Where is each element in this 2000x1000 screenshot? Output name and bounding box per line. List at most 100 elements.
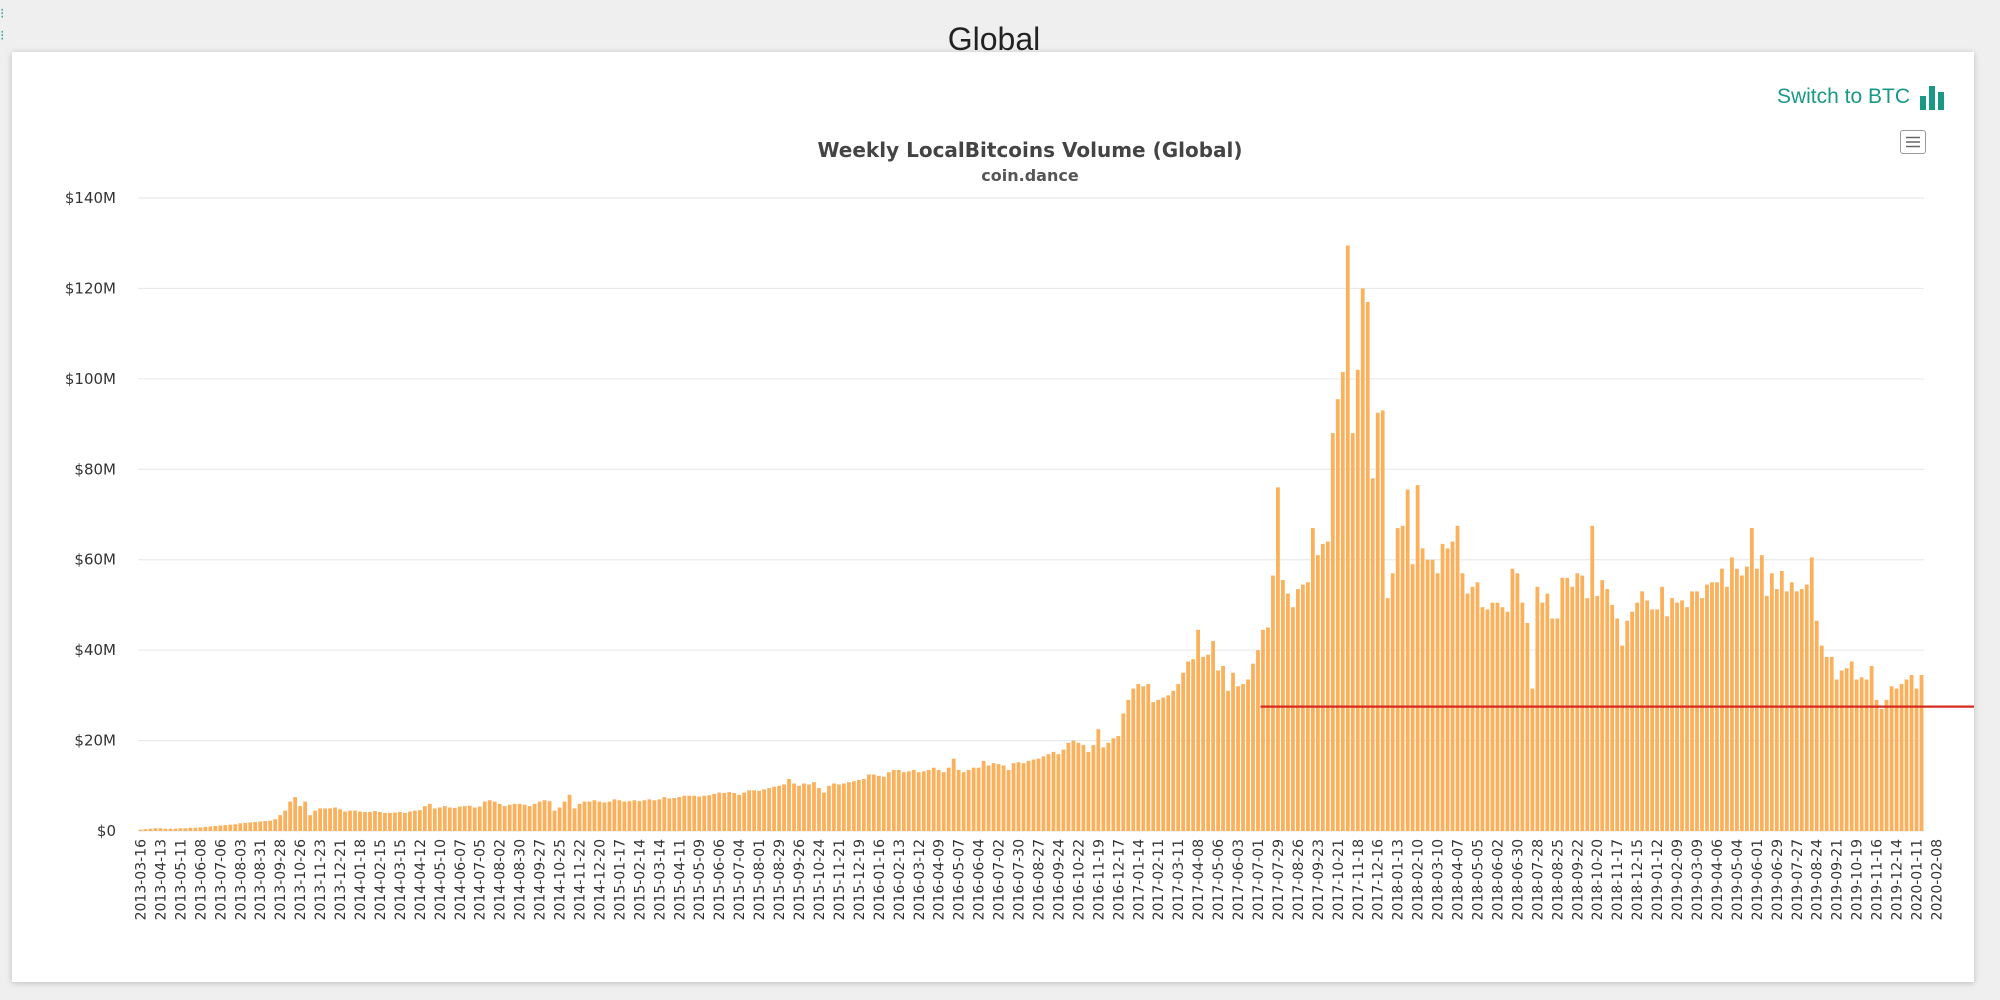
bar[interactable] — [1505, 611, 1510, 831]
bar[interactable] — [408, 811, 412, 831]
bar[interactable] — [1480, 607, 1485, 831]
chart-menu-button[interactable] — [1900, 130, 1926, 154]
bar[interactable] — [707, 795, 712, 831]
bar[interactable] — [1620, 645, 1625, 831]
bar[interactable] — [996, 764, 1001, 831]
bar[interactable] — [1186, 661, 1191, 831]
bar[interactable] — [472, 807, 477, 831]
bar[interactable] — [403, 812, 407, 831]
bar[interactable] — [1241, 684, 1245, 831]
bar[interactable] — [617, 800, 622, 831]
bar[interactable] — [1026, 760, 1031, 831]
bar[interactable] — [1874, 699, 1879, 831]
bar[interactable] — [627, 801, 632, 831]
bar[interactable] — [602, 802, 607, 831]
bar[interactable] — [557, 807, 562, 831]
bar[interactable] — [856, 779, 861, 831]
bar[interactable] — [323, 808, 327, 831]
bar[interactable] — [1525, 623, 1530, 831]
bar[interactable] — [951, 758, 956, 831]
bar[interactable] — [1286, 593, 1290, 832]
bar[interactable] — [203, 826, 208, 831]
bar[interactable] — [1061, 749, 1066, 831]
bar[interactable] — [502, 806, 507, 831]
bar[interactable] — [1735, 568, 1739, 831]
bar[interactable] — [1879, 708, 1884, 831]
bar[interactable] — [1495, 602, 1500, 831]
bar[interactable] — [318, 808, 322, 831]
bar[interactable] — [452, 807, 457, 831]
bar[interactable] — [1465, 593, 1470, 832]
bar[interactable] — [1156, 699, 1161, 831]
bar[interactable] — [283, 810, 288, 831]
bar[interactable] — [847, 782, 851, 831]
bar[interactable] — [1101, 747, 1106, 831]
bar[interactable] — [238, 823, 243, 831]
bar[interactable] — [1430, 559, 1435, 831]
bar[interactable] — [442, 806, 447, 831]
bar[interactable] — [1405, 489, 1410, 831]
bar[interactable] — [223, 825, 228, 831]
bar[interactable] — [812, 782, 816, 831]
bar[interactable] — [592, 800, 597, 831]
bar[interactable] — [837, 784, 841, 831]
bar[interactable] — [218, 825, 223, 831]
bar[interactable] — [537, 801, 542, 831]
bar[interactable] — [188, 827, 193, 831]
bar[interactable] — [1360, 288, 1365, 831]
bar[interactable] — [1301, 584, 1305, 831]
bar[interactable] — [1745, 566, 1749, 832]
bar[interactable] — [467, 805, 472, 831]
bar[interactable] — [1919, 675, 1924, 831]
bar[interactable] — [677, 797, 682, 831]
bar[interactable] — [1640, 591, 1645, 831]
bar[interactable] — [1655, 609, 1659, 831]
bar[interactable] — [143, 829, 148, 831]
bar[interactable] — [288, 801, 293, 831]
bar[interactable] — [1804, 584, 1809, 831]
bar[interactable] — [457, 806, 462, 831]
bar[interactable] — [667, 798, 672, 831]
bar[interactable] — [193, 827, 198, 831]
bar[interactable] — [971, 767, 976, 831]
bar[interactable] — [1824, 656, 1829, 831]
bar[interactable] — [497, 803, 502, 831]
bar[interactable] — [1500, 607, 1505, 831]
bar[interactable] — [492, 801, 497, 831]
bar[interactable] — [527, 806, 532, 831]
bar[interactable] — [1236, 686, 1240, 831]
bar[interactable] — [298, 806, 303, 831]
bar[interactable] — [1485, 609, 1490, 831]
bar[interactable] — [1011, 763, 1016, 831]
bar[interactable] — [183, 828, 188, 831]
bar[interactable] — [622, 801, 627, 831]
bar[interactable] — [1121, 713, 1126, 831]
bar[interactable] — [1266, 627, 1270, 831]
bar[interactable] — [388, 812, 392, 831]
bar[interactable] — [752, 790, 757, 831]
bar[interactable] — [1670, 598, 1674, 831]
bar[interactable] — [817, 788, 821, 831]
bar[interactable] — [353, 810, 357, 831]
bar[interactable] — [1730, 557, 1734, 831]
bar[interactable] — [797, 785, 801, 831]
bar[interactable] — [1749, 528, 1754, 831]
bar[interactable] — [1126, 699, 1131, 831]
bar[interactable] — [1345, 245, 1350, 832]
bar[interactable] — [672, 797, 677, 831]
bar[interactable] — [1071, 740, 1076, 831]
bar[interactable] — [273, 819, 278, 831]
bar[interactable] — [1769, 573, 1774, 831]
bar[interactable] — [1490, 602, 1495, 831]
bar[interactable] — [1904, 679, 1909, 831]
bar[interactable] — [158, 828, 163, 831]
bar[interactable] — [757, 790, 761, 831]
bar[interactable] — [378, 812, 382, 831]
bar[interactable] — [173, 828, 178, 831]
bar[interactable] — [1370, 478, 1375, 831]
bar[interactable] — [1460, 573, 1465, 831]
bar[interactable] — [1605, 589, 1610, 831]
bar[interactable] — [886, 772, 891, 831]
bar[interactable] — [687, 795, 692, 831]
bar[interactable] — [427, 803, 432, 831]
